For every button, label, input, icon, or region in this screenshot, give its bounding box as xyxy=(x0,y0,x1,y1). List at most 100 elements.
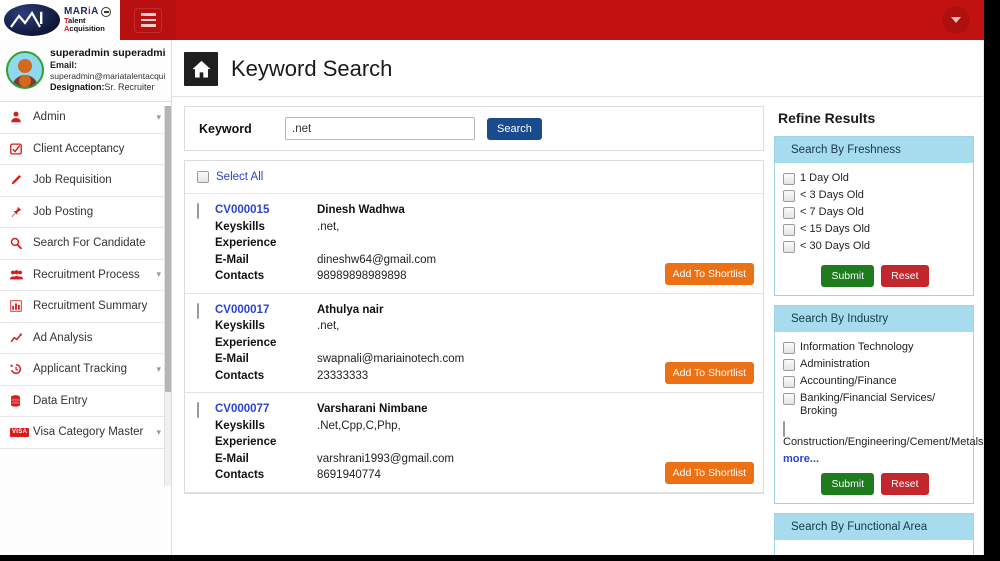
sidebar-item-label: Recruitment Summary xyxy=(33,300,148,313)
sidebar-item-ad-analysis[interactable]: Ad Analysis xyxy=(0,322,171,354)
keyword-search-row: Keyword Search xyxy=(185,107,763,150)
facet-option[interactable]: < 3 Days Old xyxy=(783,189,967,202)
facet-option[interactable]: < 15 Days Old xyxy=(783,223,967,236)
select-all-row[interactable]: Select All xyxy=(185,161,763,194)
facet-checkbox[interactable] xyxy=(783,190,795,202)
user-profile-card: superadmin superadmin Email: superadmin@… xyxy=(0,40,171,102)
email-value: varshrani1993@gmail.com xyxy=(317,452,454,465)
facet-option[interactable]: < 7 Days Old xyxy=(783,206,967,219)
contacts-value: 23333333 xyxy=(317,369,369,382)
select-all-checkbox[interactable] xyxy=(197,171,209,183)
chevron-down-icon: ▾ xyxy=(156,111,161,122)
chevron-down-icon: ▾ xyxy=(156,269,161,280)
facet-reset-button[interactable]: Reset xyxy=(881,473,929,495)
keyword-input[interactable] xyxy=(285,117,475,140)
keyskills-label: Keyskills xyxy=(215,419,265,432)
window-bottom-edge xyxy=(0,555,1000,561)
candidate-row: CV000077 Varsharani Nimbane Keyskills .N… xyxy=(185,393,763,493)
sidebar-item-label: Admin xyxy=(33,111,66,124)
sidebar-menu: Admin ▾ Client Acceptancy Job Requisitio… xyxy=(0,102,171,449)
facet-option[interactable]: Information Technology xyxy=(783,341,967,354)
sidebar-scrollbar[interactable] xyxy=(164,106,171,486)
line-chart-icon xyxy=(10,332,28,344)
facet-checkbox[interactable] xyxy=(783,393,795,405)
logo-swoosh-icon xyxy=(10,11,44,28)
add-to-shortlist-button[interactable]: Add To Shortlist xyxy=(664,461,754,484)
sidebar-item-client-acceptancy[interactable]: Client Acceptancy xyxy=(0,133,171,165)
facet-checkbox[interactable] xyxy=(783,224,795,236)
email-value: swapnali@mariainotech.com xyxy=(317,353,465,365)
keyword-search-panel: Keyword Search xyxy=(184,106,764,151)
candidate-checkbox[interactable] xyxy=(197,302,199,319)
add-to-shortlist-button[interactable]: Add To Shortlist xyxy=(664,362,754,384)
facet-option-label: Administration xyxy=(800,358,870,370)
profile-name: superadmin superadmin xyxy=(50,47,165,59)
page-header: Keyword Search xyxy=(172,40,984,97)
facet-checkbox[interactable] xyxy=(783,173,795,185)
sidebar: superadmin superadmin Email: superadmin@… xyxy=(0,40,172,561)
database-icon xyxy=(10,395,28,407)
pin-icon xyxy=(10,206,28,218)
user-menu-button[interactable] xyxy=(942,6,970,34)
app-logo[interactable]: MARiA Talent Acquisition xyxy=(0,0,120,40)
hamburger-icon[interactable] xyxy=(134,7,162,33)
facet-option-label: < 7 Days Old xyxy=(800,206,864,218)
pencil-icon xyxy=(10,174,28,186)
facet-checkbox[interactable] xyxy=(783,376,795,388)
facet-checkbox[interactable] xyxy=(783,342,795,354)
facet-option-label: Information Technology xyxy=(800,341,914,353)
facet-title: Search By Industry xyxy=(775,306,973,332)
chevron-down-icon: ▾ xyxy=(156,426,161,437)
sidebar-item-applicant-tracking[interactable]: Applicant Tracking ▾ xyxy=(0,354,171,386)
results-column: Keyword Search Select All xyxy=(184,106,764,561)
candidate-id-link[interactable]: CV000077 xyxy=(215,401,317,418)
home-icon[interactable] xyxy=(184,52,218,86)
content-area: Keyword Search Select All xyxy=(172,97,984,561)
facet-checkbox[interactable] xyxy=(783,359,795,371)
candidate-checkbox[interactable] xyxy=(197,203,199,219)
facet-more-link[interactable]: more... xyxy=(783,453,967,465)
facet-option[interactable]: Administration xyxy=(783,358,967,371)
candidate-id-link[interactable]: CV000017 xyxy=(215,302,317,319)
facet-submit-button[interactable]: Submit xyxy=(821,473,875,495)
facet-submit-button[interactable]: Submit xyxy=(821,265,875,287)
sidebar-item-job-posting[interactable]: Job Posting xyxy=(0,196,171,228)
facet-option[interactable]: Accounting/Finance xyxy=(783,375,967,388)
refine-results-column: Refine Results Search By Freshness 1 Day… xyxy=(774,106,984,561)
sidebar-toggle[interactable] xyxy=(120,0,176,40)
facet-option[interactable]: Banking/Financial Services/ Broking xyxy=(783,392,967,418)
sidebar-item-recruitment-process[interactable]: Recruitment Process ▾ xyxy=(0,259,171,291)
profile-email-label: Email: xyxy=(50,60,78,71)
sidebar-item-label: Applicant Tracking xyxy=(33,363,127,376)
sidebar-item-label: Recruitment Process xyxy=(33,268,140,281)
keyword-label: Keyword xyxy=(199,121,252,136)
contacts-label: Contacts xyxy=(215,270,265,282)
app-window: MARiA Talent Acquisition superadmin supe… xyxy=(0,0,1000,561)
facet-option-label: Banking/Financial Services/ Broking xyxy=(800,392,936,417)
profile-email: superadmin@mariatalentacqui xyxy=(50,71,165,82)
facet-option[interactable]: 1 Day Old xyxy=(783,172,967,185)
facet-option[interactable]: < 30 Days Old xyxy=(783,240,967,253)
facet-checkbox[interactable] xyxy=(783,207,795,219)
keyskills-value: .net, xyxy=(317,320,340,332)
facet-checkbox[interactable] xyxy=(783,421,785,437)
select-all-label[interactable]: Select All xyxy=(216,171,263,183)
sidebar-item-recruitment-summary[interactable]: Recruitment Summary xyxy=(0,291,171,323)
facet-reset-button[interactable]: Reset xyxy=(881,265,929,287)
search-button[interactable]: Search xyxy=(487,117,542,140)
sidebar-item-search-for-candidate[interactable]: Search For Candidate xyxy=(0,228,171,260)
facet-option[interactable]: Construction/Engineering/Cement/Metals xyxy=(783,421,984,449)
sidebar-scrollbar-thumb[interactable] xyxy=(165,106,171,392)
contacts-value: 8691940774 xyxy=(317,469,381,481)
add-to-shortlist-button[interactable]: Add To Shortlist xyxy=(664,262,754,285)
facet-checkbox[interactable] xyxy=(783,241,795,253)
sidebar-item-admin[interactable]: Admin ▾ xyxy=(0,102,171,134)
sidebar-item-data-entry[interactable]: Data Entry xyxy=(0,385,171,417)
sidebar-item-visa-category-master[interactable]: VISA Visa Category Master ▾ xyxy=(0,417,171,449)
candidate-id-link[interactable]: CV000015 xyxy=(215,202,317,219)
candidate-checkbox[interactable] xyxy=(197,402,199,418)
sidebar-item-job-requisition[interactable]: Job Requisition xyxy=(0,165,171,197)
email-value: dineshw64@gmail.com xyxy=(317,253,437,266)
sidebar-item-label: Client Acceptancy xyxy=(33,142,125,155)
